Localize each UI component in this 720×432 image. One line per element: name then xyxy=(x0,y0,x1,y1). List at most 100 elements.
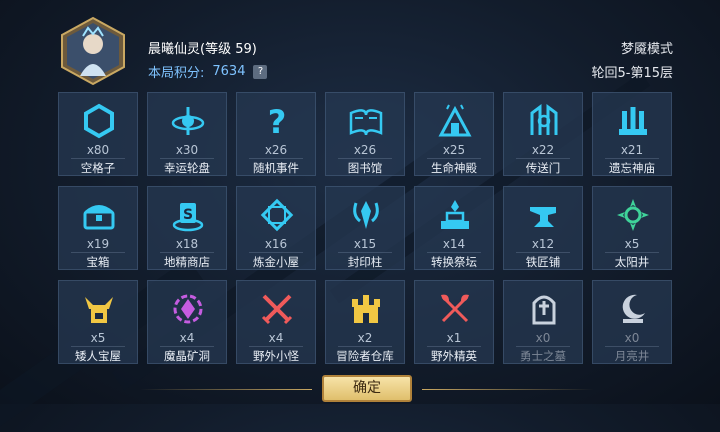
tile-label: 月亮井 xyxy=(614,349,650,363)
tile-divider xyxy=(338,158,392,159)
tile-label: 地精商店 xyxy=(164,255,210,269)
tile-label: 矮人宝屋 xyxy=(75,349,121,363)
tile-count: x19 xyxy=(86,237,110,251)
tile-moon[interactable]: x0 月亮井 xyxy=(592,280,672,364)
tile-shrine[interactable]: x21 遗忘神庙 xyxy=(592,92,672,176)
shrine-icon xyxy=(619,107,647,135)
tile-anvil[interactable]: x12 铁匠铺 xyxy=(503,186,583,270)
tile-label: 野外精英 xyxy=(431,349,477,363)
tile-label: 野外小怪 xyxy=(253,349,299,363)
chest-icon xyxy=(83,205,115,230)
swords-icon xyxy=(261,294,293,325)
castle-icon xyxy=(352,295,380,323)
tile-divider xyxy=(516,252,570,253)
tile-crystal[interactable]: x4 魔晶矿洞 xyxy=(147,280,227,364)
moon-icon xyxy=(622,294,645,323)
score-value: 7634 xyxy=(212,64,246,79)
tile-label: 宝箱 xyxy=(86,255,110,269)
tile-dwarf[interactable]: x5 矮人宝屋 xyxy=(58,280,138,364)
tile-altar[interactable]: x14 转换祭坛 xyxy=(414,186,494,270)
tile-count: x14 xyxy=(442,237,466,251)
wheel-icon xyxy=(171,107,205,135)
tile-label: 遗忘神庙 xyxy=(609,161,655,175)
temple-icon xyxy=(438,104,472,137)
tile-count: x22 xyxy=(531,143,555,157)
tomb-icon xyxy=(532,295,556,325)
header-bar: 晨曦仙灵(等级 59) 本局积分: 7634 ? 梦魇模式 轮回5-第15层 xyxy=(0,0,720,90)
tile-count: x0 xyxy=(624,331,640,345)
tile-divider xyxy=(516,158,570,159)
right-divider xyxy=(422,389,594,390)
tile-label: 传送门 xyxy=(525,161,561,175)
tile-count: x16 xyxy=(264,237,288,251)
tile-divider xyxy=(160,346,214,347)
player-name: 晨曦仙灵 xyxy=(148,42,201,57)
seal-icon xyxy=(353,201,379,229)
tile-castle[interactable]: x2 冒险者仓库 xyxy=(325,280,405,364)
tile-divider xyxy=(249,158,303,159)
tile-shop[interactable]: Sx18 地精商店 xyxy=(147,186,227,270)
tile-axes[interactable]: x1 野外精英 xyxy=(414,280,494,364)
tile-count: x1 xyxy=(446,331,462,345)
tile-label: 太阳井 xyxy=(614,255,650,269)
confirm-button[interactable]: 确定 xyxy=(322,375,412,402)
tile-portal[interactable]: x22 传送门 xyxy=(503,92,583,176)
tile-swords[interactable]: x4 野外小怪 xyxy=(236,280,316,364)
score-label: 本局积分: xyxy=(148,66,205,81)
help-icon[interactable]: ? xyxy=(253,64,268,79)
tile-divider xyxy=(516,346,570,347)
hexagon-icon xyxy=(84,103,114,139)
tile-divider xyxy=(249,252,303,253)
tile-seal[interactable]: x15 封印柱 xyxy=(325,186,405,270)
tile-count: x18 xyxy=(175,237,199,251)
tile-sun[interactable]: x5 太阳井 xyxy=(592,186,672,270)
tile-chest[interactable]: x19 宝箱 xyxy=(58,186,138,270)
floor-indicator: 轮回5-第15层 xyxy=(591,66,673,81)
altar-icon xyxy=(441,200,469,229)
book-icon xyxy=(349,109,383,136)
tile-divider xyxy=(427,346,481,347)
alchemy-icon xyxy=(260,198,294,232)
svg-text:S: S xyxy=(183,207,193,223)
tile-divider xyxy=(338,252,392,253)
tile-alchemy[interactable]: x16 炼金小屋 xyxy=(236,186,316,270)
player-avatar[interactable] xyxy=(58,16,128,86)
tile-label: 冒险者仓库 xyxy=(336,349,394,363)
tile-wheel[interactable]: x30 幸运轮盘 xyxy=(147,92,227,176)
tile-count: x0 xyxy=(535,331,551,345)
tile-tomb[interactable]: x0 勇士之墓 xyxy=(503,280,583,364)
tile-divider xyxy=(71,252,125,253)
player-name-row: 晨曦仙灵(等级 59) xyxy=(148,38,257,57)
tile-label: 炼金小屋 xyxy=(253,255,299,269)
tile-label: 铁匠铺 xyxy=(525,255,561,269)
question-icon: ? xyxy=(268,103,287,139)
tile-count: x80 xyxy=(86,143,110,157)
tile-label: 生命神殿 xyxy=(431,161,477,175)
tile-count: x12 xyxy=(531,237,555,251)
tile-temple[interactable]: x25 生命神殿 xyxy=(414,92,494,176)
tile-question[interactable]: ? x26 随机事件 xyxy=(236,92,316,176)
tile-count: x4 xyxy=(268,331,284,345)
tile-count: x5 xyxy=(90,331,106,345)
tile-divider xyxy=(605,252,659,253)
tile-label: 勇士之墓 xyxy=(520,349,566,363)
tile-divider xyxy=(605,346,659,347)
score-row: 本局积分: 7634 ? xyxy=(148,62,268,81)
tile-label: 幸运轮盘 xyxy=(164,161,210,175)
portal-icon xyxy=(530,104,558,135)
tile-divider xyxy=(71,158,125,159)
tile-label: 魔晶矿洞 xyxy=(164,349,210,363)
tile-count: x25 xyxy=(442,143,466,157)
tile-hexagon[interactable]: x80 空格子 xyxy=(58,92,138,176)
tile-divider xyxy=(427,158,481,159)
tile-label: 封印柱 xyxy=(347,255,383,269)
left-divider xyxy=(140,389,312,390)
tile-divider xyxy=(160,252,214,253)
tile-label: 空格子 xyxy=(80,161,116,175)
player-level: (等级 59) xyxy=(200,42,257,57)
shop-icon: S xyxy=(172,203,204,232)
anvil-icon xyxy=(530,207,556,227)
tile-book[interactable]: x26 图书馆 xyxy=(325,92,405,176)
tile-count: x5 xyxy=(624,237,640,251)
tile-divider xyxy=(605,158,659,159)
